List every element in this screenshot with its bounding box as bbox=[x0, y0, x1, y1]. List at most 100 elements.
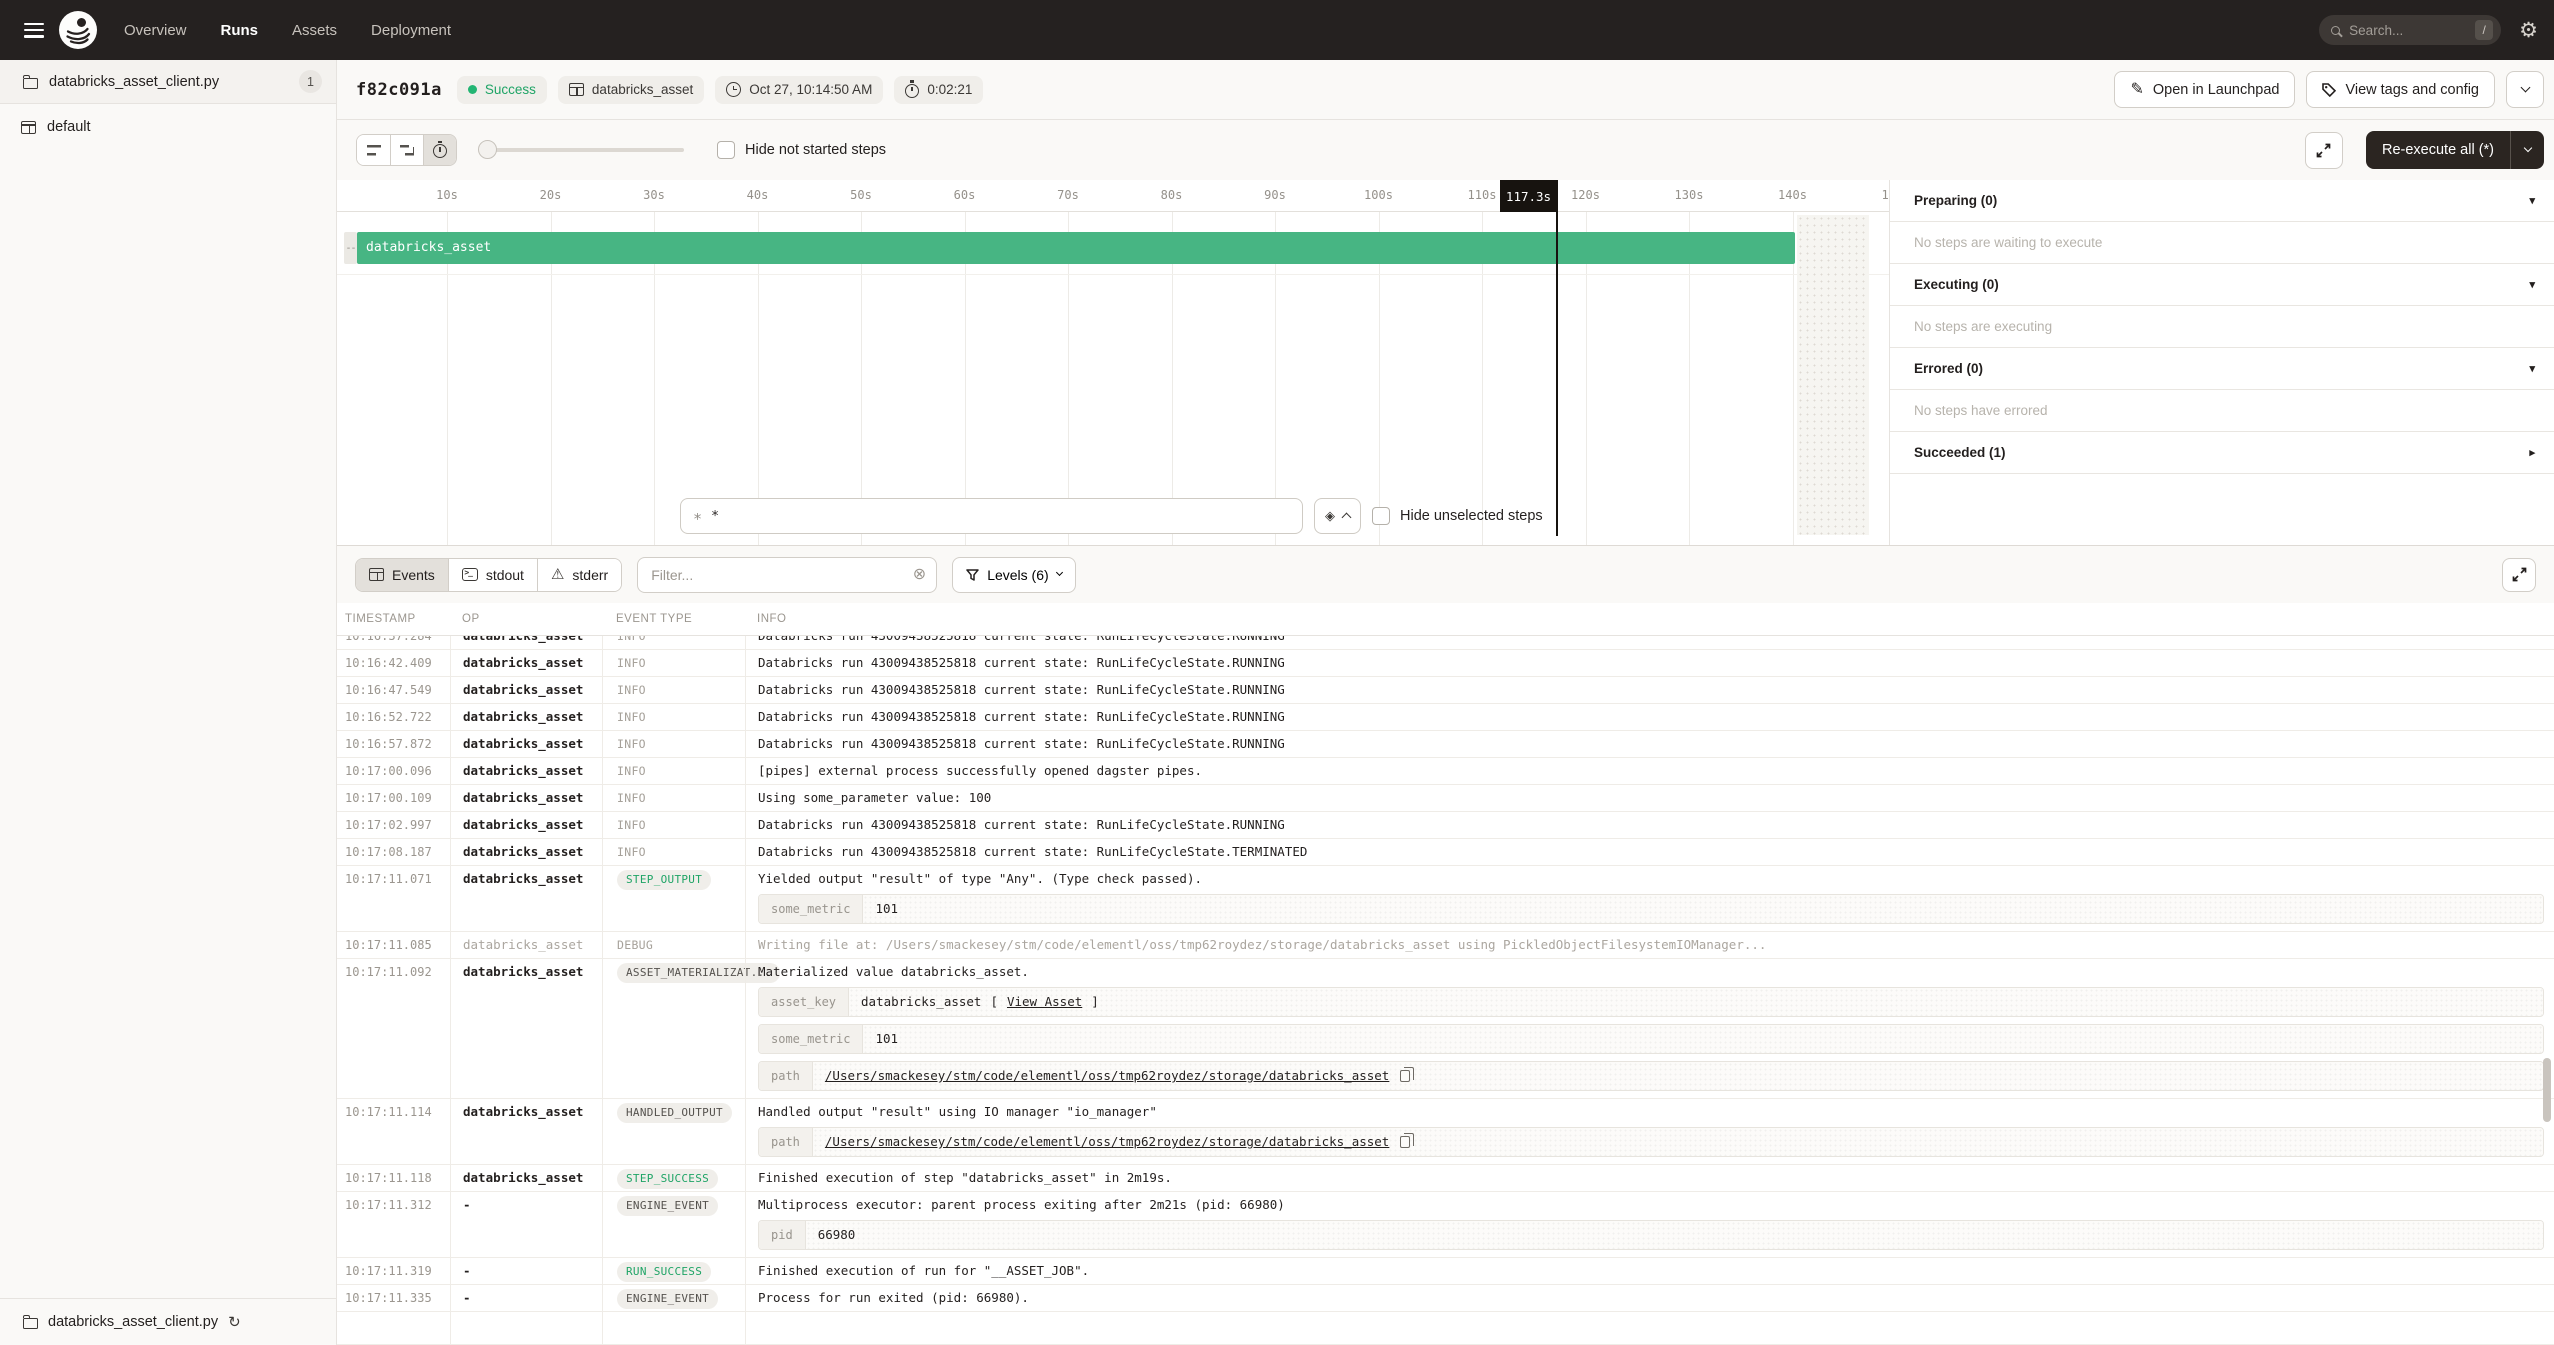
log-fullscreen-button[interactable] bbox=[2502, 558, 2536, 592]
gantt-cursor-tooltip: 117.3s bbox=[1500, 180, 1557, 212]
nav-link-overview[interactable]: Overview bbox=[124, 22, 187, 39]
view-tags-config-button[interactable]: View tags and config bbox=[2306, 71, 2495, 108]
log-op: databricks_asset bbox=[450, 677, 602, 703]
gantt-fullscreen-button[interactable] bbox=[2305, 132, 2343, 169]
log-toolbar: Events stdout ⚠ stderr ⊗ bbox=[337, 546, 2554, 603]
nav-link-assets[interactable]: Assets bbox=[292, 22, 337, 39]
log-op: databricks_asset bbox=[450, 650, 602, 676]
section-preparing[interactable]: Preparing (0) ▾ bbox=[1890, 180, 2554, 222]
log-timestamp: 10:17:02.997 bbox=[337, 812, 450, 838]
column-header-timestamp: TIMESTAMP bbox=[337, 603, 450, 635]
log-row: 10:17:11.312-ENGINE_EVENTMultiprocess ex… bbox=[337, 1192, 2554, 1258]
event-type-badge: INFO bbox=[617, 818, 646, 832]
scrollbar-thumb[interactable] bbox=[2543, 1058, 2551, 1122]
timed-view-button[interactable] bbox=[423, 135, 456, 165]
column-header-op: OP bbox=[450, 603, 602, 635]
zoom-slider[interactable] bbox=[480, 148, 684, 152]
log-info: Databricks run 43009438525818 current st… bbox=[745, 677, 2554, 703]
search-icon bbox=[2331, 26, 2340, 35]
log-event-type: INFO bbox=[602, 758, 745, 784]
nav-link-deployment[interactable]: Deployment bbox=[371, 22, 451, 39]
log-event-type: STEP_SUCCESS bbox=[602, 1165, 745, 1191]
section-executing[interactable]: Executing (0) ▾ bbox=[1890, 264, 2554, 306]
path-link[interactable]: /Users/smackesey/stm/code/elementl/oss/t… bbox=[825, 1063, 1389, 1089]
zoom-slider-knob[interactable] bbox=[478, 140, 497, 159]
run-job-tag[interactable]: databricks_asset bbox=[558, 76, 704, 104]
log-info bbox=[745, 1312, 2554, 1344]
log-timestamp: 10:16:57.872 bbox=[337, 731, 450, 757]
run-duration: 0:02:21 bbox=[894, 76, 983, 104]
gantt-row-divider bbox=[337, 274, 1889, 275]
levels-dropdown-button[interactable]: Levels (6) bbox=[952, 557, 1075, 593]
log-timestamp: 10:16:42.409 bbox=[337, 650, 450, 676]
dagster-logo[interactable] bbox=[58, 10, 98, 50]
event-type-badge: INFO bbox=[617, 656, 646, 670]
log-info: Finished execution of step "databricks_a… bbox=[745, 1165, 2554, 1191]
gantt-tick-label: 60s bbox=[954, 188, 976, 202]
metadata-key: path bbox=[759, 1062, 813, 1090]
folder-icon bbox=[23, 1318, 38, 1329]
log-row: 10:16:37.284databricks_assetINFODatabric… bbox=[337, 636, 2554, 650]
log-event-type: INFO bbox=[602, 731, 745, 757]
log-op: databricks_asset bbox=[450, 704, 602, 730]
log-event-type: INFO bbox=[602, 636, 745, 649]
section-errored[interactable]: Errored (0) ▾ bbox=[1890, 348, 2554, 390]
path-link[interactable]: /Users/smackesey/stm/code/elementl/oss/t… bbox=[825, 1129, 1389, 1155]
log-filter-input[interactable] bbox=[651, 567, 913, 583]
tag-icon bbox=[2322, 83, 2336, 97]
log-op: databricks_asset bbox=[450, 1099, 602, 1164]
copy-icon[interactable] bbox=[1400, 1136, 1410, 1148]
reload-icon[interactable]: ↻ bbox=[228, 1315, 241, 1330]
column-header-event-type: EVENT TYPE bbox=[602, 603, 745, 635]
log-row: 10:16:47.549databricks_assetINFODatabric… bbox=[337, 677, 2554, 704]
log-info: Materialized value databricks_asset.asse… bbox=[745, 959, 2554, 1098]
waterfall-view-button[interactable] bbox=[390, 135, 423, 165]
metadata-entry: path/Users/smackesey/stm/code/elementl/o… bbox=[758, 1127, 2544, 1157]
clear-filter-icon[interactable]: ⊗ bbox=[913, 567, 926, 583]
selector-options-button[interactable]: ◈ bbox=[1314, 498, 1361, 534]
log-message: Multiprocess executor: parent process ex… bbox=[758, 1192, 2554, 1218]
log-row: 10:17:02.997databricks_assetINFODatabric… bbox=[337, 812, 2554, 839]
reexecute-all-label[interactable]: Re-execute all (*) bbox=[2366, 142, 2510, 158]
sidebar-item-job-default[interactable]: default bbox=[0, 104, 336, 150]
flat-list-icon bbox=[367, 145, 381, 156]
log-info: Multiprocess executor: parent process ex… bbox=[745, 1192, 2554, 1257]
log-message: Materialized value databricks_asset. bbox=[758, 959, 2554, 985]
hamburger-menu-icon[interactable] bbox=[24, 23, 44, 38]
log-timestamp: 10:17:11.085 bbox=[337, 932, 450, 958]
gantt-tick-label: 40s bbox=[747, 188, 769, 202]
gear-icon[interactable]: ⚙ bbox=[2519, 20, 2538, 41]
status-dot-icon bbox=[468, 85, 477, 94]
log-info: Using some_parameter value: 100 bbox=[745, 785, 2554, 811]
log-event-type: HANDLED_OUTPUT bbox=[602, 1099, 745, 1164]
log-op bbox=[450, 1312, 602, 1344]
event-type-badge: INFO bbox=[617, 845, 646, 859]
sidebar-item-code-location[interactable]: databricks_asset_client.py 1 bbox=[0, 60, 336, 104]
hide-not-started-checkbox[interactable] bbox=[717, 141, 735, 159]
metadata-value: 101 bbox=[863, 895, 2543, 923]
tab-stderr[interactable]: ⚠ stderr bbox=[537, 559, 621, 591]
copy-icon[interactable] bbox=[1400, 1070, 1410, 1082]
log-row: 10:17:11.085databricks_assetDEBUGWriting… bbox=[337, 932, 2554, 959]
log-op: databricks_asset bbox=[450, 785, 602, 811]
tab-stdout[interactable]: stdout bbox=[448, 559, 537, 591]
section-succeeded[interactable]: Succeeded (1) ▸ bbox=[1890, 432, 2554, 474]
gantt-toolbar: Hide not started steps Re-execute all (*… bbox=[337, 120, 2554, 180]
hide-unselected-checkbox[interactable] bbox=[1372, 507, 1390, 525]
tab-events[interactable]: Events bbox=[356, 559, 448, 591]
nav-link-runs[interactable]: Runs bbox=[221, 22, 259, 39]
step-selector-input[interactable]: ∗ * bbox=[680, 498, 1303, 534]
metadata-entry: some_metric101 bbox=[758, 894, 2544, 924]
log-row: 10:17:11.114databricks_assetHANDLED_OUTP… bbox=[337, 1099, 2554, 1165]
gantt-step-bar[interactable]: databricks_asset bbox=[357, 232, 1795, 264]
section-errored-empty: No steps have errored bbox=[1890, 390, 2554, 432]
open-in-launchpad-button[interactable]: ✎ Open in Launchpad bbox=[2114, 71, 2295, 108]
run-actions-dropdown-button[interactable] bbox=[2506, 71, 2544, 108]
log-info: Writing file at: /Users/smackesey/stm/co… bbox=[745, 932, 2554, 958]
global-search-input[interactable]: Search... / bbox=[2319, 15, 2501, 45]
event-type-badge: RUN_SUCCESS bbox=[617, 1262, 711, 1282]
view-asset-link[interactable]: View Asset bbox=[1007, 989, 1082, 1015]
reexecute-dropdown[interactable] bbox=[2511, 149, 2544, 151]
log-timestamp: 10:17:11.071 bbox=[337, 866, 450, 931]
flat-view-button[interactable] bbox=[357, 135, 390, 165]
